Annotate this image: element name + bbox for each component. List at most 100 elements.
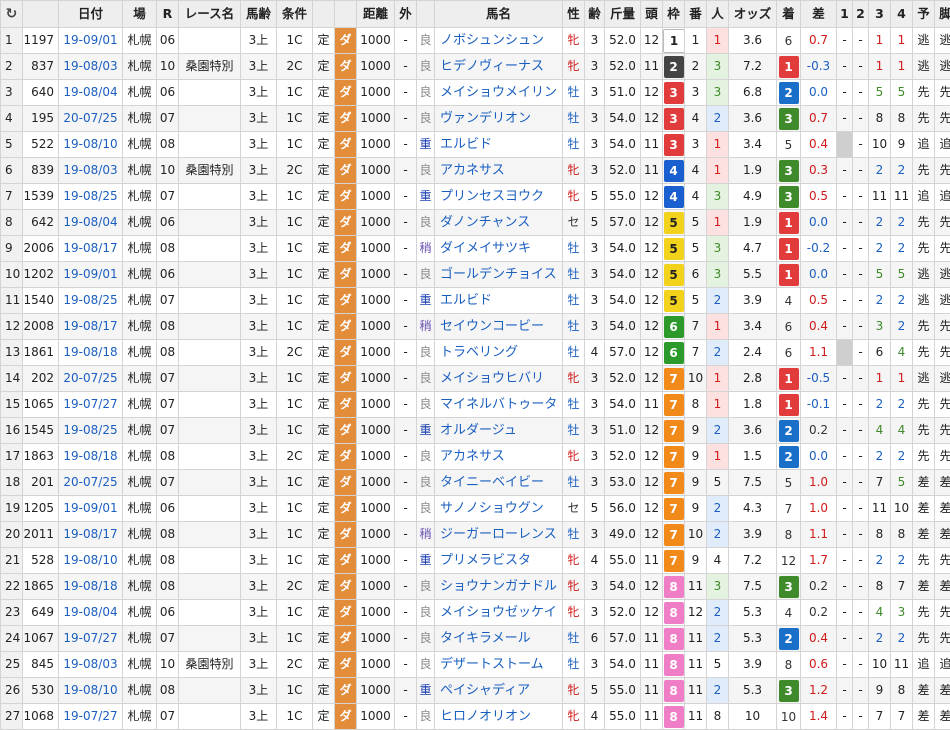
- table-row[interactable]: 24106719-07/27札幌073上1C定ダ1000-良タイキラメール牡65…: [1, 626, 950, 652]
- horse-name-link[interactable]: エルビド: [435, 132, 563, 158]
- race-date-link[interactable]: 19-08/17: [59, 236, 123, 262]
- race-date-link[interactable]: 19-08/17: [59, 314, 123, 340]
- table-row[interactable]: 2653019-08/10札幌083上1C定ダ1000-重ペイシャディア牝555…: [1, 678, 950, 704]
- horse-name-link[interactable]: マイネルバトゥータ: [435, 392, 563, 418]
- horse-name-link[interactable]: タイキラメール: [435, 626, 563, 652]
- header-chaku[interactable]: 着: [777, 1, 801, 28]
- table-row[interactable]: 364019-08/04札幌063上1C定ダ1000-良メイショウメイリン牡35…: [1, 80, 950, 106]
- race-date-link[interactable]: 20-07/25: [59, 366, 123, 392]
- horse-name-link[interactable]: ヒロノオリオン: [435, 704, 563, 730]
- horse-name-link[interactable]: セイウンコービー: [435, 314, 563, 340]
- table-row[interactable]: 2584519-08/03札幌10桑園特別3上2C定ダ1000-良デザートストー…: [1, 652, 950, 678]
- horse-name-link[interactable]: ノボシュンシュン: [435, 28, 563, 54]
- table-row[interactable]: 864219-08/04札幌063上1C定ダ1000-良ダノンチャンスセ557.…: [1, 210, 950, 236]
- horse-name-link[interactable]: メイショウメイリン: [435, 80, 563, 106]
- horse-name-link[interactable]: ジーガーローレンス: [435, 522, 563, 548]
- header-corner2[interactable]: 2: [853, 1, 869, 28]
- header-pred[interactable]: 予: [913, 1, 935, 28]
- header-old[interactable]: 齢: [585, 1, 605, 28]
- table-row[interactable]: 283719-08/03札幌10桑園特別3上2C定ダ1000-良ヒデノヴィーナス…: [1, 54, 950, 80]
- header-pop[interactable]: 人: [707, 1, 729, 28]
- header-age[interactable]: 馬齢: [241, 1, 277, 28]
- race-date-link[interactable]: 19-07/27: [59, 626, 123, 652]
- horse-name-link[interactable]: アカネサス: [435, 158, 563, 184]
- table-row[interactable]: 9200619-08/17札幌083上1C定ダ1000-稍ダイメイサツキ牡354…: [1, 236, 950, 262]
- header-ban[interactable]: 番: [685, 1, 707, 28]
- header-place[interactable]: 場: [123, 1, 157, 28]
- header-distance[interactable]: 距離: [357, 1, 395, 28]
- table-row[interactable]: 1820120-07/25札幌073上1C定ダ1000-良タイニーベイビー牡35…: [1, 470, 950, 496]
- race-date-link[interactable]: 19-08/25: [59, 418, 123, 444]
- race-date-link[interactable]: 19-08/03: [59, 158, 123, 184]
- header-corner3[interactable]: 3: [869, 1, 891, 28]
- table-row[interactable]: 22186519-08/18札幌083上2C定ダ1000-良ショウナンガナドル牝…: [1, 574, 950, 600]
- header-count[interactable]: 頭: [641, 1, 663, 28]
- header-style[interactable]: 脚: [935, 1, 950, 28]
- race-date-link[interactable]: 19-09/01: [59, 496, 123, 522]
- table-row[interactable]: 10120219-09/01札幌063上1C定ダ1000-良ゴールデンチョイス牡…: [1, 262, 950, 288]
- race-date-link[interactable]: 20-07/25: [59, 106, 123, 132]
- header-id[interactable]: [23, 1, 59, 28]
- table-row[interactable]: 12200819-08/17札幌083上1C定ダ1000-稍セイウンコービー牡3…: [1, 314, 950, 340]
- race-date-link[interactable]: 19-08/10: [59, 132, 123, 158]
- table-row[interactable]: 17186319-08/18札幌083上2C定ダ1000-良アカネサス牝352.…: [1, 444, 950, 470]
- horse-name-link[interactable]: ペイシャディア: [435, 678, 563, 704]
- table-row[interactable]: 15106519-07/27札幌073上1C定ダ1000-良マイネルバトゥータ牡…: [1, 392, 950, 418]
- table-row[interactable]: 419520-07/25札幌073上1C定ダ1000-良ヴァンデリオン牡354.…: [1, 106, 950, 132]
- header-sex[interactable]: 性: [563, 1, 585, 28]
- race-date-link[interactable]: 19-08/03: [59, 54, 123, 80]
- header-race[interactable]: R: [157, 1, 179, 28]
- race-date-link[interactable]: 19-09/01: [59, 262, 123, 288]
- horse-name-link[interactable]: メイショウヒバリ: [435, 366, 563, 392]
- horse-name-link[interactable]: タイニーベイビー: [435, 470, 563, 496]
- table-row[interactable]: 1119719-09/01札幌063上1C定ダ1000-良ノボシュンシュン牝35…: [1, 28, 950, 54]
- table-row[interactable]: 7153919-08/25札幌073上1C定ダ1000-重プリンセスヨウク牝55…: [1, 184, 950, 210]
- header-diff[interactable]: 差: [801, 1, 837, 28]
- horse-name-link[interactable]: サノノショウグン: [435, 496, 563, 522]
- table-row[interactable]: 11154019-08/25札幌073上1C定ダ1000-重エルビド牡354.0…: [1, 288, 950, 314]
- refresh-icon[interactable]: ↻: [1, 1, 23, 28]
- horse-name-link[interactable]: ヴァンデリオン: [435, 106, 563, 132]
- header-class[interactable]: 条件: [277, 1, 313, 28]
- race-date-link[interactable]: 19-07/27: [59, 704, 123, 730]
- race-date-link[interactable]: 19-08/04: [59, 80, 123, 106]
- header-odds[interactable]: オッズ: [729, 1, 777, 28]
- header-weight[interactable]: 斤量: [605, 1, 641, 28]
- table-row[interactable]: 19120519-09/01札幌063上1C定ダ1000-良サノノショウグンセ5…: [1, 496, 950, 522]
- race-date-link[interactable]: 19-09/01: [59, 28, 123, 54]
- race-date-link[interactable]: 19-08/03: [59, 652, 123, 678]
- table-row[interactable]: 683919-08/03札幌10桑園特別3上2C定ダ1000-良アカネサス牝35…: [1, 158, 950, 184]
- race-date-link[interactable]: 19-08/10: [59, 678, 123, 704]
- horse-name-link[interactable]: ショウナンガナドル: [435, 574, 563, 600]
- race-date-link[interactable]: 19-08/25: [59, 184, 123, 210]
- race-date-link[interactable]: 19-08/18: [59, 340, 123, 366]
- horse-name-link[interactable]: デザートストーム: [435, 652, 563, 678]
- header-corner4[interactable]: 4: [891, 1, 913, 28]
- table-row[interactable]: 13186119-08/18札幌083上2C定ダ1000-良トラベリング牡457…: [1, 340, 950, 366]
- horse-name-link[interactable]: ダノンチャンス: [435, 210, 563, 236]
- horse-name-link[interactable]: プリンセスヨウク: [435, 184, 563, 210]
- race-date-link[interactable]: 20-07/25: [59, 470, 123, 496]
- table-row[interactable]: 2364919-08/04札幌063上1C定ダ1000-良メイショウゼッケイ牝3…: [1, 600, 950, 626]
- table-row[interactable]: 552219-08/10札幌083上1C定ダ1000-重エルビド牡354.011…: [1, 132, 950, 158]
- header-surface[interactable]: [335, 1, 357, 28]
- header-horse[interactable]: 馬名: [435, 1, 563, 28]
- horse-name-link[interactable]: オルダージュ: [435, 418, 563, 444]
- header-condition[interactable]: [417, 1, 435, 28]
- horse-name-link[interactable]: プリメラビスタ: [435, 548, 563, 574]
- race-date-link[interactable]: 19-08/04: [59, 600, 123, 626]
- horse-name-link[interactable]: メイショウゼッケイ: [435, 600, 563, 626]
- table-row[interactable]: 2152819-08/10札幌083上1C定ダ1000-重プリメラビスタ牝455…: [1, 548, 950, 574]
- horse-name-link[interactable]: ゴールデンチョイス: [435, 262, 563, 288]
- header-date[interactable]: 日付: [59, 1, 123, 28]
- horse-name-link[interactable]: ヒデノヴィーナス: [435, 54, 563, 80]
- race-date-link[interactable]: 19-08/04: [59, 210, 123, 236]
- header-type[interactable]: [313, 1, 335, 28]
- horse-name-link[interactable]: トラベリング: [435, 340, 563, 366]
- race-date-link[interactable]: 19-07/27: [59, 392, 123, 418]
- horse-name-link[interactable]: アカネサス: [435, 444, 563, 470]
- race-date-link[interactable]: 19-08/18: [59, 574, 123, 600]
- race-date-link[interactable]: 19-08/10: [59, 548, 123, 574]
- header-out[interactable]: 外: [395, 1, 417, 28]
- table-row[interactable]: 27106819-07/27札幌073上1C定ダ1000-良ヒロノオリオン牝45…: [1, 704, 950, 730]
